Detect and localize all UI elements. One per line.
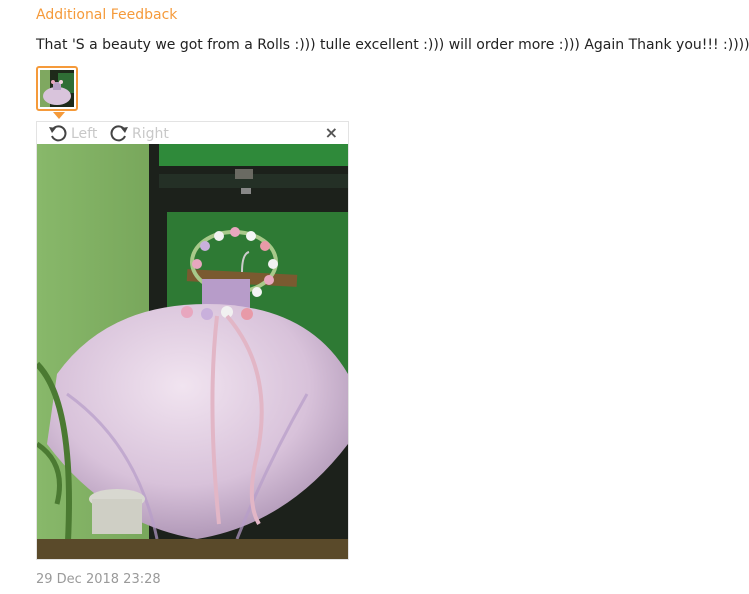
feedback-photo — [37, 144, 348, 559]
feedback-date: 29 Dec 2018 23:28 — [36, 572, 161, 587]
rotate-left-label: Left — [71, 126, 98, 142]
rotate-right-button[interactable]: Right — [108, 122, 169, 144]
rotate-right-label: Right — [132, 126, 169, 142]
rotate-ccw-icon — [49, 125, 67, 142]
rotate-cw-icon — [110, 125, 128, 142]
tutu-dress-photo — [37, 144, 348, 559]
image-viewer: Left Right × — [36, 121, 349, 560]
feedback-section: Additional Feedback That 'S a beauty we … — [0, 0, 749, 594]
photo-thumbnail[interactable] — [36, 66, 78, 111]
additional-feedback-title: Additional Feedback — [36, 7, 178, 23]
viewer-toolbar: Left Right × — [37, 122, 348, 144]
rotate-left-button[interactable]: Left — [47, 122, 97, 144]
close-icon[interactable]: × — [325, 125, 338, 141]
feedback-text: That 'S a beauty we got from a Rolls :))… — [36, 37, 749, 53]
thumbnail-selected-indicator — [53, 112, 65, 119]
thumbnail-image — [40, 70, 74, 107]
